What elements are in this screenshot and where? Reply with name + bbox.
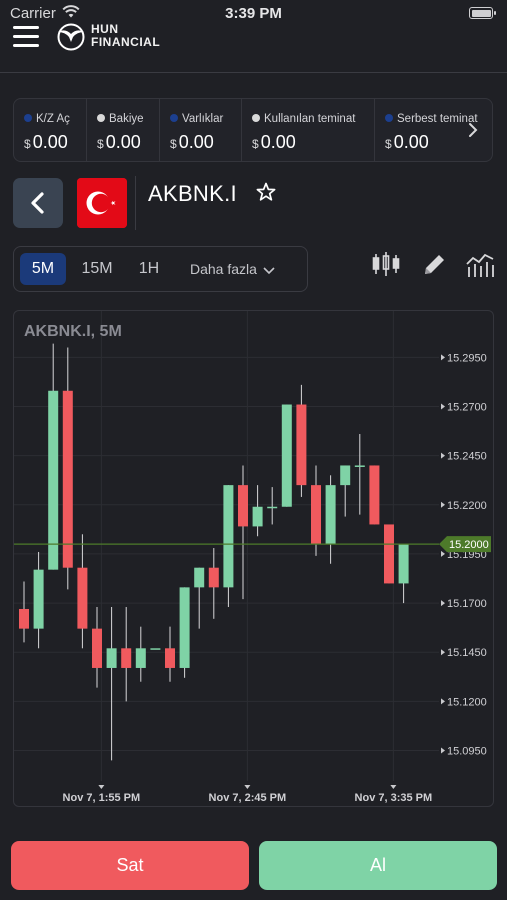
candle-body	[33, 569, 44, 629]
time-tick-label: Nov 7, 3:35 PM	[355, 792, 433, 804]
tick-marker	[441, 452, 445, 459]
price-tick-label: 15.2200	[447, 500, 487, 512]
price-tick-label: 15.2700	[447, 401, 487, 413]
stat-label: K/Z Aç	[36, 113, 70, 125]
stat-label: Varlıklar	[182, 113, 224, 125]
candle-body	[165, 648, 175, 668]
brand-logo-text: HUN FINANCIAL	[91, 22, 161, 49]
candle-body	[208, 567, 219, 588]
price-tick-label: 15.2950	[447, 352, 487, 364]
candle-body	[92, 628, 102, 668]
tick-marker	[441, 600, 445, 607]
chevron-down-icon	[263, 267, 275, 275]
sell-button[interactable]: Sat	[11, 841, 249, 890]
tick-marker	[390, 785, 397, 789]
candle-body	[106, 648, 117, 668]
battery-icon	[469, 7, 496, 19]
hamburger-menu-icon[interactable]	[13, 26, 39, 48]
candle-body	[179, 587, 190, 668]
candle-body	[267, 506, 278, 509]
buy-button[interactable]: Al	[259, 841, 497, 890]
price-tick-label: 15.1450	[447, 647, 487, 659]
price-tick-label: 15.0950	[447, 746, 487, 758]
tick-marker	[441, 501, 445, 508]
time-tick-label: Nov 7, 2:45 PM	[209, 792, 287, 804]
chevron-right-icon[interactable]	[466, 121, 480, 139]
candle-body	[62, 390, 73, 568]
candle-body	[150, 648, 161, 650]
price-chart[interactable]: 15.2950 15.2700 15.2450 15.2200 15.1950 15.17…	[13, 310, 494, 807]
candlestick-chart[interactable]: 15.295015.270015.245015.220015.195015.17…	[14, 311, 494, 807]
tick-marker	[441, 403, 445, 410]
candle-body	[194, 567, 205, 588]
candle-body	[398, 544, 409, 584]
back-button[interactable]	[13, 178, 63, 228]
candle-body	[223, 485, 234, 588]
candle-body	[19, 608, 29, 629]
stat-value: 0.00	[32, 132, 68, 152]
candle-body	[48, 390, 59, 570]
price-tick-label: 15.1700	[447, 598, 487, 610]
symbol-divider	[135, 176, 136, 230]
tick-marker	[441, 354, 445, 361]
stat-value: 0.00	[393, 132, 429, 152]
current-price-label: 15.2000	[449, 539, 489, 551]
tick-marker	[441, 698, 445, 705]
candle-body	[325, 485, 336, 545]
indicators-icon[interactable]	[465, 250, 495, 278]
timeframe-more-label: Daha fazla	[190, 261, 257, 277]
stat-label: Bakiye	[109, 113, 144, 125]
favorite-star-icon[interactable]	[256, 182, 276, 202]
stat-value: 0.00	[178, 132, 214, 152]
dot-icon	[170, 114, 178, 122]
stat-assets: Varlıklar $0.00	[160, 99, 242, 161]
tick-marker	[98, 785, 105, 789]
dot-icon	[252, 114, 260, 122]
tick-marker	[441, 649, 445, 656]
timeframe-selector: 5M 15M 1H Daha fazla	[13, 246, 308, 292]
time-tick-label: Nov 7, 1:55 PM	[63, 792, 141, 804]
stat-open-pl: K/Z Aç $0.00	[14, 99, 87, 161]
stat-label: Kullanılan teminat	[264, 113, 356, 125]
brand-logo: HUN FINANCIAL	[55, 20, 165, 54]
candle-body	[121, 648, 132, 668]
symbol-title: AKBNK.I	[148, 181, 237, 206]
tick-marker	[441, 550, 445, 557]
chart-title: AKBNK.I, 5M	[24, 323, 122, 340]
timeframe-15m[interactable]: 15M	[74, 253, 120, 285]
candle-body	[369, 465, 380, 525]
price-tick-label: 15.1200	[447, 696, 487, 708]
chevron-left-icon	[31, 192, 44, 214]
pencil-icon[interactable]	[421, 250, 447, 278]
candle-body	[354, 465, 365, 467]
tick-marker	[244, 785, 251, 789]
dot-icon	[385, 114, 393, 122]
stat-value: 0.00	[105, 132, 141, 152]
stat-value: 0.00	[260, 132, 296, 152]
tick-marker	[441, 747, 445, 754]
candle-body	[384, 524, 394, 584]
turkey-flag-icon	[77, 178, 127, 228]
header-divider	[0, 72, 507, 73]
dot-icon	[97, 114, 105, 122]
candle-body	[135, 648, 146, 668]
candle-body	[238, 485, 248, 527]
stat-used-margin: Kullanılan teminat $0.00	[242, 99, 375, 161]
price-tick-label: 15.2450	[447, 451, 487, 463]
timeframe-more-dropdown[interactable]: Daha fazla	[190, 253, 275, 285]
timeframe-1h[interactable]: 1H	[128, 253, 170, 285]
stat-balance: Bakiye $0.00	[87, 99, 160, 161]
candle-body	[296, 404, 307, 486]
eagle-logo-icon	[57, 23, 85, 51]
candle-body	[77, 567, 88, 629]
candle-body	[340, 465, 351, 486]
timeframe-5m[interactable]: 5M	[20, 253, 66, 285]
candle-body	[252, 506, 263, 527]
dot-icon	[24, 114, 32, 122]
candle-body	[311, 485, 321, 545]
account-stats-bar[interactable]: K/Z Aç $0.00 Bakiye $0.00 Varlıklar $0.0…	[13, 98, 493, 162]
candle-body	[281, 404, 292, 507]
candlestick-icon[interactable]	[371, 250, 401, 278]
